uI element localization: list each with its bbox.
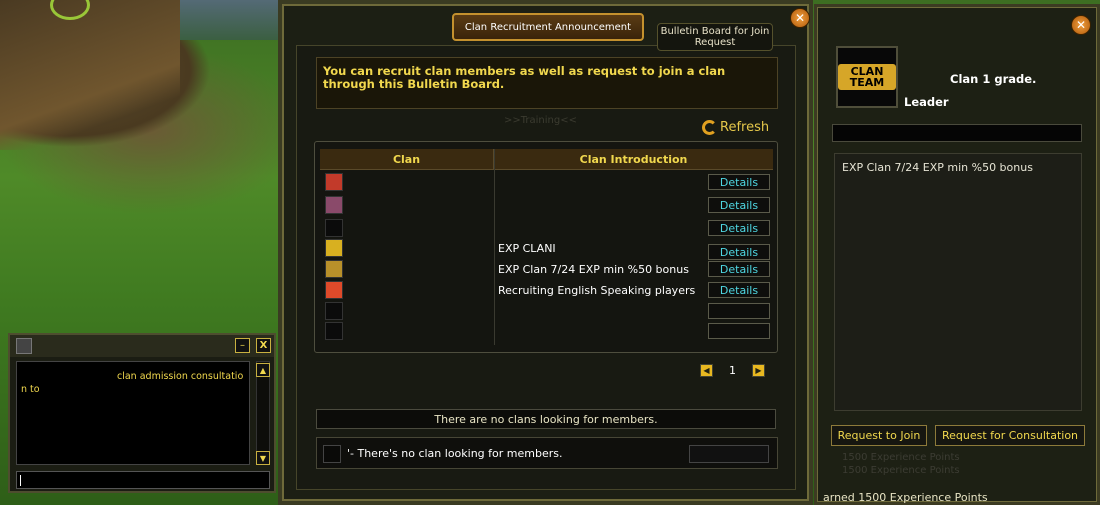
refresh-button[interactable]: Refresh: [702, 120, 769, 135]
close-icon[interactable]: ✕: [1071, 15, 1091, 35]
clan-emblem-icon: [325, 219, 343, 237]
tab-join-request-board[interactable]: Bulletin Board for Join Request: [657, 23, 773, 51]
chat-line: n to: [21, 384, 40, 395]
chat-log: clan admission consultatio n to: [16, 361, 250, 465]
clan-emblem-icon: [325, 173, 343, 191]
header-clan: Clan: [320, 149, 494, 169]
details-button[interactable]: Details: [708, 197, 770, 213]
tab-clan-recruitment[interactable]: Clan Recruitment Announcement: [452, 13, 644, 41]
table-row[interactable]: [320, 321, 773, 341]
message-text: '- There's no clan looking for members.: [347, 447, 563, 460]
details-button[interactable]: Details: [708, 244, 770, 260]
details-button[interactable]: Details: [708, 261, 770, 277]
clan-logo: CLAN TEAM: [836, 46, 898, 108]
table-row[interactable]: Details: [320, 172, 773, 192]
request-to-join-button[interactable]: Request to Join: [831, 425, 927, 446]
message-icon: [323, 445, 341, 463]
pagination: ◀ 1 ▶: [700, 364, 765, 377]
clan-emblem-icon: [325, 281, 343, 299]
clan-intro-box: EXP Clan 7/24 EXP min %50 bonus: [834, 153, 1082, 411]
ghost-label: >>Training<<: [504, 115, 577, 126]
clan-emblem-icon: [325, 260, 343, 278]
header-clan-introduction: Clan Introduction: [579, 152, 688, 166]
minimize-icon[interactable]: –: [235, 338, 250, 353]
faint-exp-text: 1500 Experience Points: [842, 465, 960, 476]
clan-table-header: Clan Clan Introduction: [320, 149, 773, 170]
page-number: 1: [729, 364, 736, 377]
close-icon[interactable]: ✕: [790, 8, 810, 28]
chat-icon: [16, 338, 32, 354]
clan-emblem-icon: [325, 239, 343, 257]
message-bar: [689, 445, 769, 463]
clan-emblem-icon: [325, 196, 343, 214]
clan-logo-text: CLAN TEAM: [838, 64, 896, 90]
scroll-up-icon[interactable]: ▲: [256, 363, 270, 377]
clan-role: Leader: [904, 95, 949, 109]
refresh-label: Refresh: [720, 120, 770, 135]
message-row: '- There's no clan looking for members.: [316, 437, 778, 469]
details-button[interactable]: Details: [708, 174, 770, 190]
prev-page-button[interactable]: ◀: [700, 364, 713, 377]
clan-intro: EXP Clan 7/24 EXP min %50 bonus: [498, 262, 689, 276]
details-button[interactable]: Details: [708, 220, 770, 236]
table-row[interactable]: EXP Clan 7/24 EXP min %50 bonus Details: [320, 259, 773, 279]
table-row[interactable]: EXP CLANI Details: [320, 238, 773, 260]
clan-intro: EXP CLANI: [498, 241, 556, 255]
clan-name-field[interactable]: [832, 124, 1082, 142]
clan-intro: Recruiting English Speaking players: [498, 283, 696, 297]
chat-input[interactable]: [16, 471, 270, 489]
clan-grade: Clan 1 grade.: [950, 72, 1037, 86]
details-button[interactable]: Details: [708, 282, 770, 298]
chat-line: clan admission consultatio: [117, 371, 244, 382]
experience-message: arned 1500 Experience Points: [823, 491, 988, 504]
request-consultation-button[interactable]: Request for Consultation: [935, 425, 1085, 446]
thatched-hut: [0, 0, 180, 150]
chat-window: – X clan admission consultatio n to ▲ ▼: [8, 333, 276, 493]
table-row[interactable]: [320, 301, 773, 321]
details-button[interactable]: [708, 303, 770, 319]
clan-emblem-icon: [325, 302, 343, 320]
next-page-button[interactable]: ▶: [752, 364, 765, 377]
close-icon[interactable]: X: [256, 338, 271, 353]
details-button[interactable]: [708, 323, 770, 339]
status-bar: There are no clans looking for members.: [316, 409, 776, 429]
table-row[interactable]: Recruiting English Speaking players Deta…: [320, 280, 773, 300]
refresh-icon: [702, 120, 717, 135]
clan-emblem-icon: [325, 322, 343, 340]
notice-text: You can recruit clan members as well as …: [316, 57, 778, 109]
faint-exp-text: 1500 Experience Points: [842, 452, 960, 463]
table-row[interactable]: Details: [320, 218, 773, 238]
table-row[interactable]: Details: [320, 195, 773, 215]
scroll-down-icon[interactable]: ▼: [256, 451, 270, 465]
